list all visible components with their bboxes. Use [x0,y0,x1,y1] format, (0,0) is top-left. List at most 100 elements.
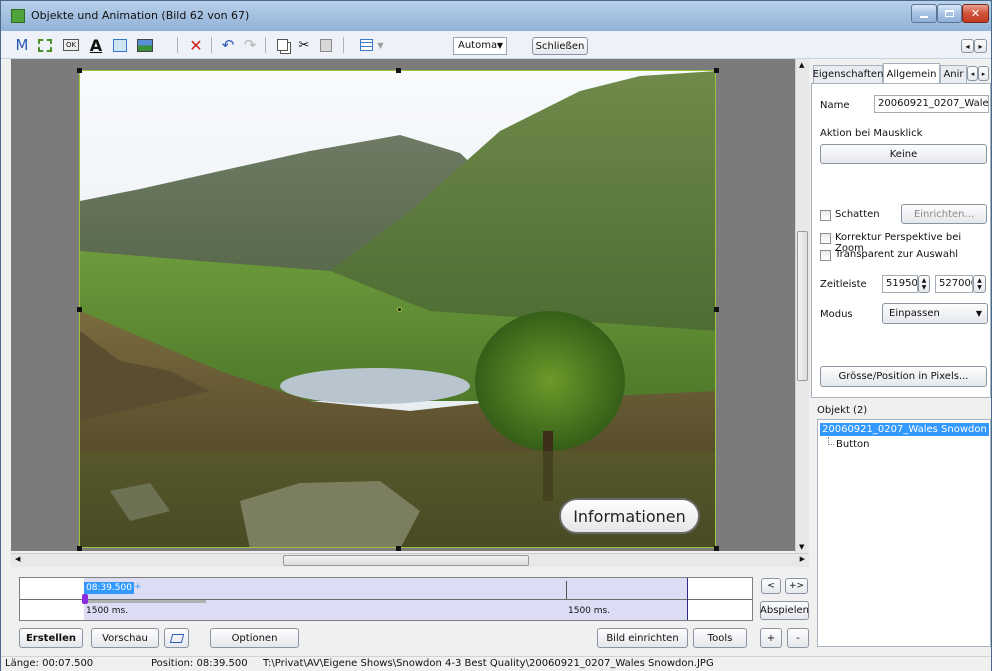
create-button[interactable]: Erstellen [19,628,83,648]
object-tree[interactable]: 20060921_0207_Wales Snowdon Button [817,419,991,647]
frame-tool-button[interactable] [111,35,129,55]
options-button[interactable]: Optionen [210,628,299,648]
tab-general[interactable]: Allgemein [883,63,940,84]
vertical-scroll-thumb[interactable] [797,231,808,381]
tab-animation[interactable]: Anir [940,65,967,83]
ok-button-tool[interactable]: OK [59,35,83,55]
title-bar: Objekte und Animation (Bild 62 von 67) ✕ [1,1,991,31]
image-icon [137,38,153,52]
timeline-end-spinner[interactable]: ▲ ▼ [973,275,986,293]
scissors-icon: ✂ [298,37,310,53]
right-duration-label: 1500 ms. [568,606,611,616]
tools-button[interactable]: Tools [693,628,747,648]
resize-handle[interactable] [77,68,82,73]
maximize-button[interactable] [937,4,962,23]
play-button[interactable]: Abspielen [760,601,809,620]
ok-icon: OK [62,39,80,51]
shadow-checkbox[interactable] [820,210,831,221]
minimize-button[interactable] [911,4,937,23]
delete-button[interactable]: ✕ [187,35,205,55]
status-position: Position: 08:39.500 [151,658,248,669]
tab-properties[interactable]: Eigenschaften [813,65,883,83]
fit-image-button[interactable]: Bild einrichten [597,628,688,648]
timeline-start-spinner[interactable]: ▲ ▼ [918,275,930,293]
redo-icon: ↷ [243,36,257,54]
redo-button[interactable]: ↷ [241,35,259,55]
status-length: Länge: 00:07.500 [5,658,94,669]
timeline-next-button[interactable]: +> [785,578,808,594]
timeline-end-field[interactable]: 527000 [935,275,973,293]
spin-up-icon: ▲ [921,277,927,284]
resize-handle[interactable] [714,68,719,73]
timeline-cursor[interactable] [82,594,88,604]
size-position-button[interactable]: Grösse/Position in Pixels... [820,366,987,387]
timeline-start-field[interactable]: 519500 [882,275,918,293]
perspective-checkbox[interactable] [820,233,831,244]
shadow-setup-label: Einrichten... [913,208,975,220]
current-time-label: 08:39.500 [84,582,134,594]
click-action-button[interactable]: Keine [820,144,987,164]
tree-item-button[interactable]: Button [836,438,870,451]
grid-dropdown-button[interactable]: ▼ [357,35,387,55]
general-tab-content: Name 20060921_0207_Wales Sr Aktion bei M… [811,83,991,398]
information-button-label: Informationen [573,506,686,526]
chevron-right-icon: ▸ [981,69,986,78]
timeline-end-marker [687,578,688,620]
tab-animation-label: Anir [943,69,964,80]
resize-handle[interactable] [396,546,401,551]
fit-image-button-label: Bild einrichten [606,632,679,644]
information-button[interactable]: Informationen [559,498,700,534]
remove-button[interactable]: - [787,628,809,648]
center-handle[interactable] [397,307,402,312]
preview-button[interactable]: Vorschau [91,628,159,648]
timeline-previous-button[interactable]: < [761,578,781,594]
tools-button-label: Tools [707,632,733,644]
resize-handle[interactable] [714,546,719,551]
undo-button[interactable]: ↶ [219,35,237,55]
text-tool-button[interactable]: A [87,35,105,55]
paste-button[interactable] [317,35,335,55]
timeline-previous-label: < [767,581,775,591]
add-button[interactable]: + [760,628,782,648]
horizontal-scroll-thumb[interactable] [283,555,529,566]
close-button[interactable]: Schließen [532,37,588,55]
shadow-setup-button[interactable]: Einrichten... [901,204,987,224]
canvas-area[interactable]: Informationen [11,59,795,551]
scroll-left-button[interactable]: ◂ [961,39,974,53]
tabs-scroll-left-button[interactable]: ◂ [967,66,978,81]
resize-handle[interactable] [77,546,82,551]
copy-button[interactable] [273,35,291,55]
mode-dropdown[interactable]: Einpassen ▼ [882,303,988,324]
close-window-button[interactable]: ✕ [962,4,989,23]
transparent-checkbox[interactable] [820,250,831,261]
tab-general-label: Allgemein [886,68,937,80]
resize-handle[interactable] [396,68,401,73]
left-duration-label: 1500 ms. [86,606,129,616]
m-icon: M [15,36,29,54]
objects-header: Objekt (2) [817,405,868,416]
cut-button[interactable]: ✂ [295,35,313,55]
mode-select[interactable]: Automa ▼ [453,37,507,55]
scroll-right-button[interactable]: ▸ [974,39,987,53]
name-field[interactable]: 20060921_0207_Wales Sr [874,95,989,113]
resize-handle[interactable] [77,307,82,312]
vertical-scrollbar[interactable]: ▲ ▼ [795,59,809,553]
copy-icon [276,39,288,51]
toolbar-separator [211,37,212,53]
tabs-scroll-right-button[interactable]: ▸ [978,66,989,81]
horizontal-scrollbar[interactable]: ◀ ▶ [11,553,809,567]
frame-icon [113,38,127,52]
resize-handle[interactable] [714,307,719,312]
tree-item-photo[interactable]: 20060921_0207_Wales Snowdon [820,423,989,436]
rectangle-tool-button[interactable] [35,35,55,55]
m-tool-button[interactable]: M [13,35,31,55]
preview-button-label: Vorschau [102,632,148,644]
mode-select-value: Automa [458,40,498,51]
slide-image[interactable]: Informationen [79,70,716,548]
image-tool-button[interactable] [135,35,155,55]
application-window: Objekte und Animation (Bild 62 von 67) ✕… [0,0,992,671]
screen-button[interactable] [164,628,189,648]
timeline[interactable]: 08:39.500 + 1500 ms. 1500 ms. [19,577,753,621]
scroll-down-icon: ▼ [799,543,805,551]
status-bar: Länge: 00:07.500 Position: 08:39.500 T:\… [1,656,991,671]
